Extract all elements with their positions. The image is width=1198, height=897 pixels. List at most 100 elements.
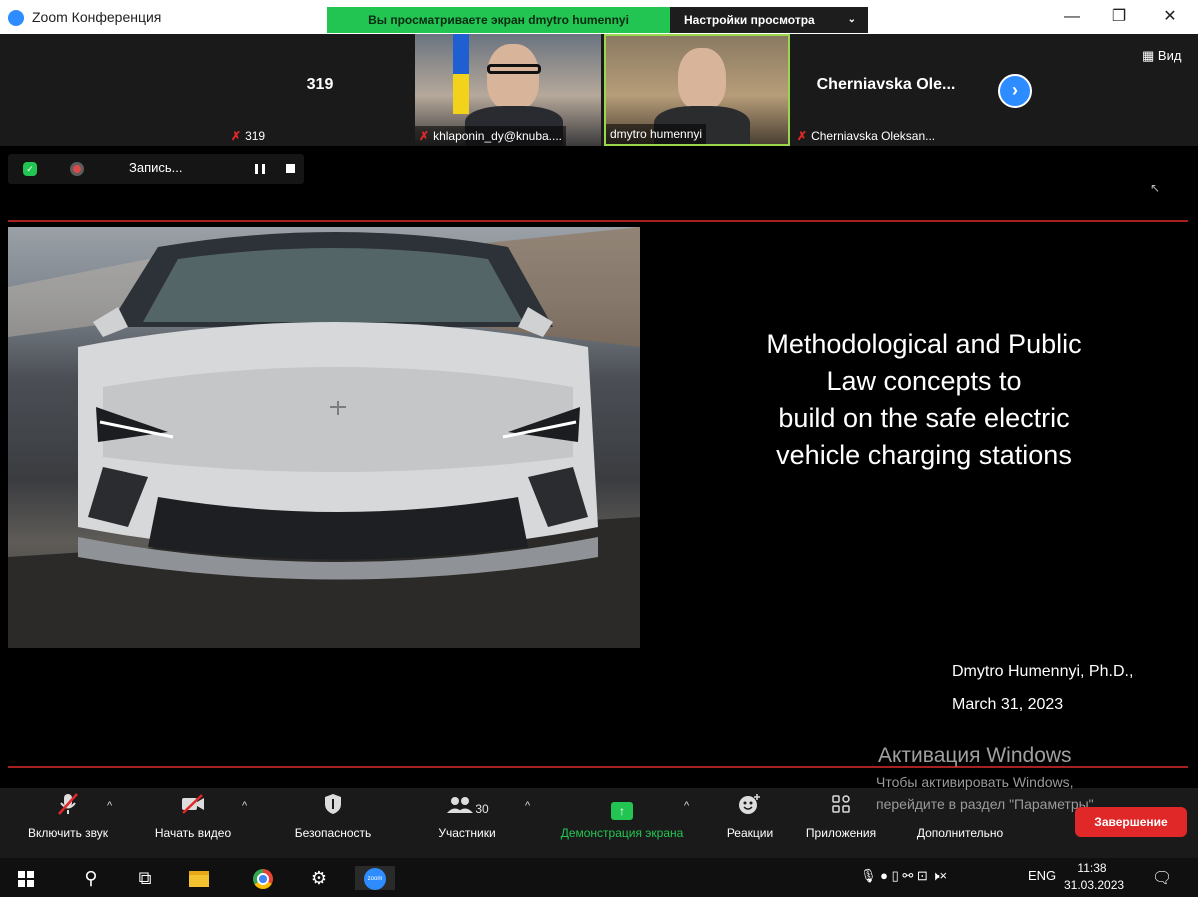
slide-title-line: build on the safe electric [778,403,1070,433]
participant-name-label: ✗ 319 [227,126,269,146]
notification-center-icon[interactable]: 🗨 [1152,868,1172,888]
participants-button[interactable]: 30 Участники [425,792,509,840]
view-settings-dropdown[interactable]: Настройки просмотра ⌄ [670,7,868,33]
view-settings-label: Настройки просмотра [684,13,815,27]
start-video-label: Начать видео [154,826,232,840]
participant-name: khlaponin_dy@knuba.... [433,129,562,143]
screen-share-banner: Вы просматриваете экран dmytro humennyi [327,7,670,33]
windows-logo-icon [18,871,34,888]
chevron-down-icon: ⌄ [847,14,856,25]
chrome-button[interactable] [248,866,278,890]
chrome-icon [253,869,273,890]
mic-muted-icon: ✗ [419,129,430,143]
apps-icon [804,792,878,826]
slide-date: March 31, 2023 [952,696,1064,713]
car-illustration [8,227,640,648]
windows-taskbar [0,858,1198,897]
flag-decoration [453,34,469,114]
participants-count: 30 [475,802,489,816]
participant-name-label: dmytro humennyi [606,124,707,144]
clock-time: 11:38 [1077,861,1107,875]
stop-icon[interactable] [286,164,295,173]
share-options-caret[interactable]: ^ [684,800,689,812]
minimize-button[interactable]: — [1052,4,1092,30]
security-label: Безопасность [294,826,372,840]
video-options-caret[interactable]: ^ [242,800,247,812]
view-button[interactable]: ▦ Вид [1142,48,1181,64]
folder-icon [189,871,209,888]
participant-name-label: ✗ Cherniavska Oleksan... [793,126,939,146]
zoom-logo-icon [8,10,24,26]
mic-off-icon [18,792,118,826]
apps-button[interactable]: Приложения [804,792,878,840]
system-tray-icons[interactable]: 🎙 ● ▯ ⚯ ⊡ 🕨× [860,868,947,884]
slide-title-line: Methodological and Public [766,329,1082,359]
security-button[interactable]: Безопасность [283,792,383,840]
mic-muted-icon: ✗ [797,129,808,143]
participant-name: Cherniavska Oleksan... [811,129,936,143]
more-button[interactable]: Дополнительно [906,826,1014,840]
participants-options-caret[interactable]: ^ [525,800,530,812]
zoom-app-icon: zoom [364,868,386,891]
participant-video [487,44,539,110]
grid-icon: ▦ [1142,48,1158,63]
mic-muted-icon: ✗ [231,129,242,143]
reactions-button[interactable]: Реакции [718,792,782,840]
participant-name-label: ✗ khlaponin_dy@knuba.... [415,126,566,146]
participant-name: 319 [245,129,266,143]
taskbar-clock[interactable]: 11:38 31.03.2023 [1064,860,1125,894]
clock-date: 31.03.2023 [1064,878,1125,892]
participants-label: Участники [438,826,496,840]
audio-options-caret[interactable]: ^ [107,800,112,812]
glasses-decoration [487,64,541,74]
title-bar: Zoom Конференция Вы просматриваете экран… [0,0,1198,34]
mouse-cursor-icon: ↖ [1150,181,1161,195]
share-screen-button[interactable]: ↑ Демонстрация экрана [548,792,696,840]
shield-icon [283,792,383,826]
people-icon: 30 [425,792,509,826]
participant-tile[interactable]: Cherniavska Ole... ✗ Cherniavska Oleksan.… [793,34,979,146]
task-view-icon[interactable]: ⧉ [130,866,160,890]
participant-tile[interactable]: 319 ✗ 319 [227,34,413,146]
language-indicator[interactable]: ENG [1028,868,1056,883]
end-meeting-button[interactable]: Завершение [1075,807,1187,837]
windows-activation-line: перейдите в раздел "Параметры". [876,796,1098,812]
unmute-label: Включить звук [27,826,109,840]
participant-name: dmytro humennyi [610,127,703,141]
start-video-button[interactable]: Начать видео [145,792,241,840]
windows-activation-line: Чтобы активировать Windows, [876,774,1074,790]
reactions-label: Реакции [726,826,774,840]
windows-activation-title: Активация Windows [878,744,1072,767]
security-shield-icon: ✓ [23,162,37,176]
recording-bar: ✓ Запись... [8,154,304,184]
search-icon[interactable]: ⚲ [76,866,106,890]
maximize-button[interactable]: ❐ [1099,4,1139,30]
recording-label: Запись... [129,160,183,175]
participant-tile[interactable]: ✗ khlaponin_dy@knuba.... [415,34,601,146]
window-title: Zoom Конференция [32,9,162,25]
record-icon [70,162,84,176]
next-page-button[interactable]: › [998,74,1032,108]
unmute-button[interactable]: Включить звук [18,792,118,840]
view-label: Вид [1157,48,1182,63]
more-label: Дополнительно [916,826,1004,840]
close-button[interactable]: ✕ [1150,4,1190,30]
pause-icon[interactable] [255,164,265,174]
participant-big-name: 319 [306,76,334,93]
emoji-icon [718,792,782,826]
start-button[interactable] [6,866,46,890]
slide-author: Dmytro Humennyi, Ph.D., [952,663,1134,680]
apps-label: Приложения [805,826,877,840]
slide-title-line: vehicle charging stations [776,440,1072,470]
video-off-icon [145,792,241,826]
file-explorer-button[interactable] [184,866,214,890]
settings-icon[interactable]: ⚙ [304,866,334,890]
participant-tile-active-speaker[interactable]: dmytro humennyi [604,34,790,146]
participant-big-name: Cherniavska Ole... [816,76,956,93]
participant-video [678,48,726,110]
share-screen-label: Демонстрация экрана [560,826,684,840]
slide-title: Methodological and Public Law concepts t… [700,326,1148,474]
zoom-taskbar-button[interactable]: zoom [355,866,395,891]
zoom-window: Zoom Конференция Вы просматриваете экран… [0,0,1198,897]
car-photo [8,227,640,648]
